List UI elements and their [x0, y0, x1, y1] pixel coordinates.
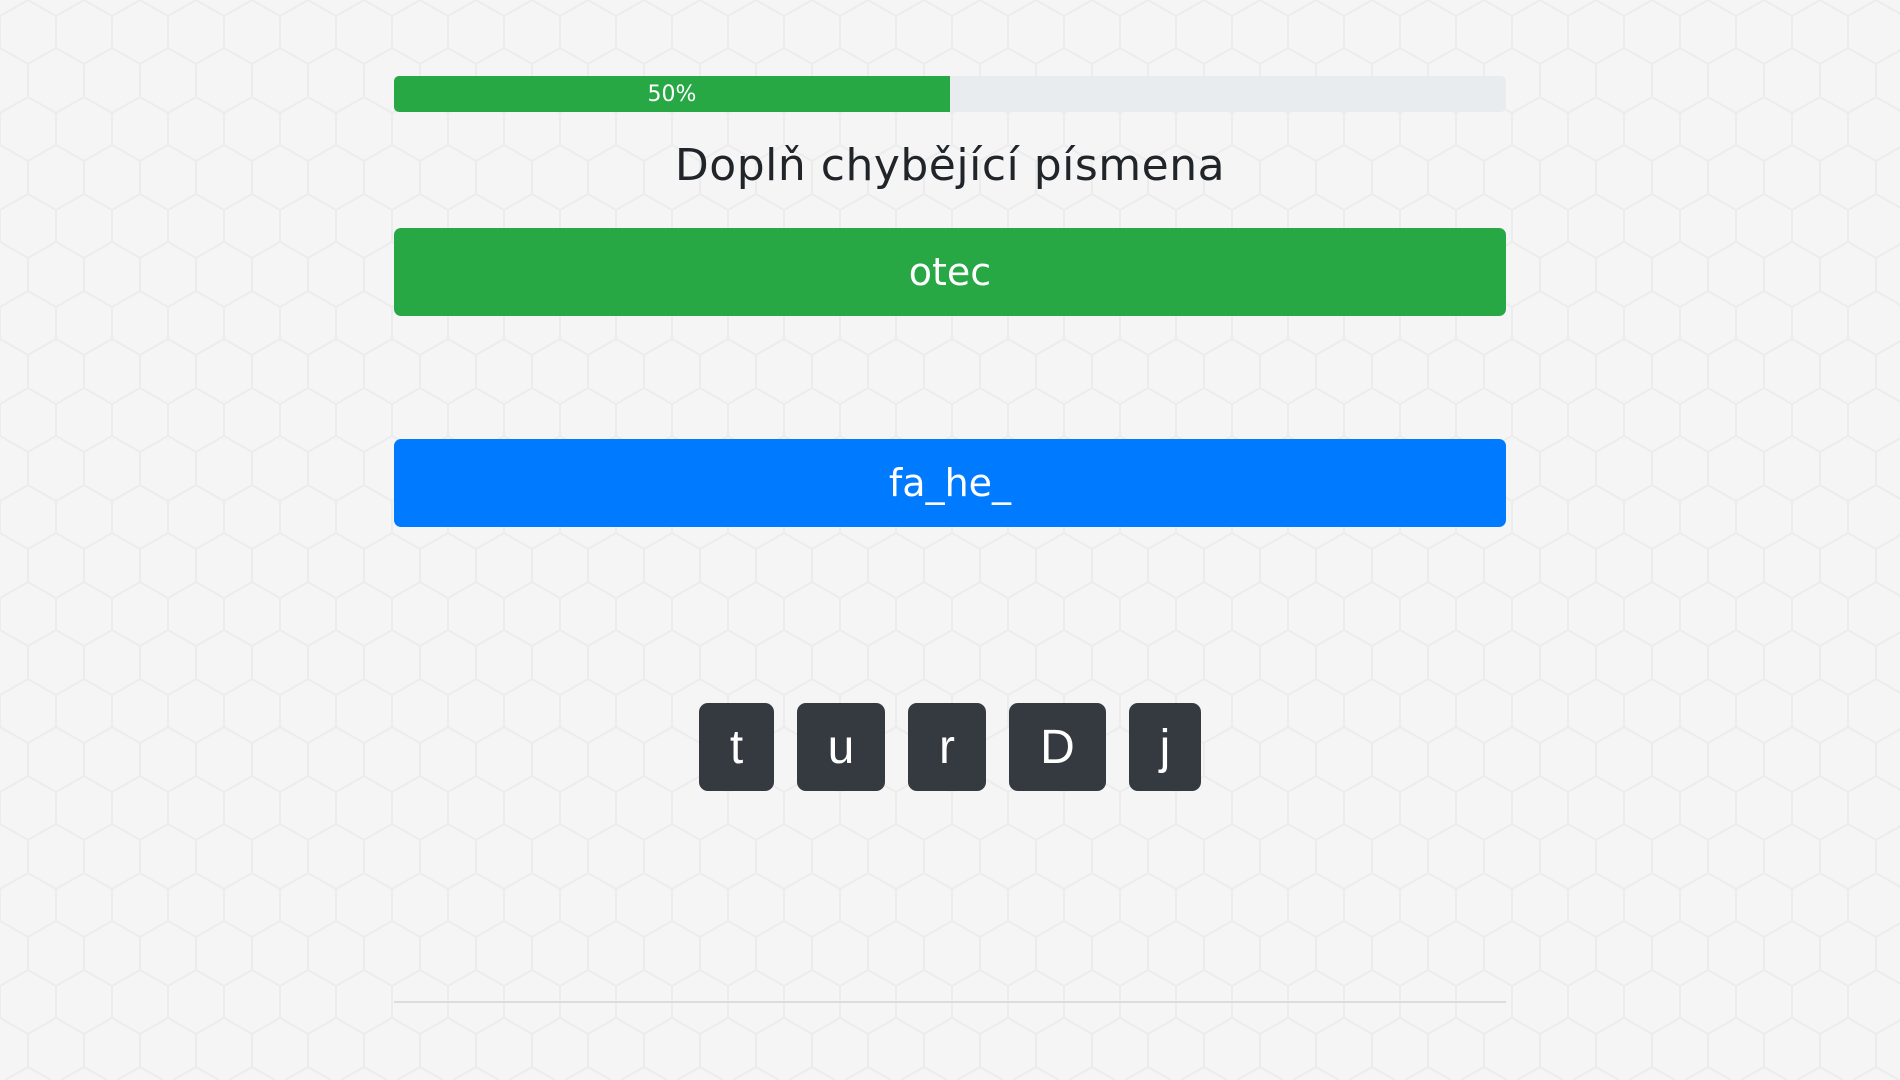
letter-key-r[interactable]: r [908, 703, 986, 791]
footer-divider [394, 1001, 1506, 1003]
current-word-text: fa_he_ [888, 461, 1012, 505]
letter-key-u[interactable]: u [797, 703, 885, 791]
instruction-title: Doplň chybějící písmena [674, 140, 1226, 191]
solved-word-text: otec [908, 250, 992, 294]
letter-options: t u r D j [394, 703, 1506, 791]
letter-key-t[interactable]: t [699, 703, 774, 791]
progress-bar-fill: 50% [394, 76, 950, 112]
letter-key-D[interactable]: D [1009, 703, 1106, 791]
solved-word-bar: otec [394, 228, 1506, 316]
exercise-panel: 50% Doplň chybějící písmena otec fa_he_ … [394, 0, 1506, 1080]
current-word-bar: fa_he_ [394, 439, 1506, 527]
progress-label: 50% [647, 81, 697, 107]
progress-bar: 50% [394, 76, 1506, 112]
letter-key-j[interactable]: j [1129, 703, 1201, 791]
